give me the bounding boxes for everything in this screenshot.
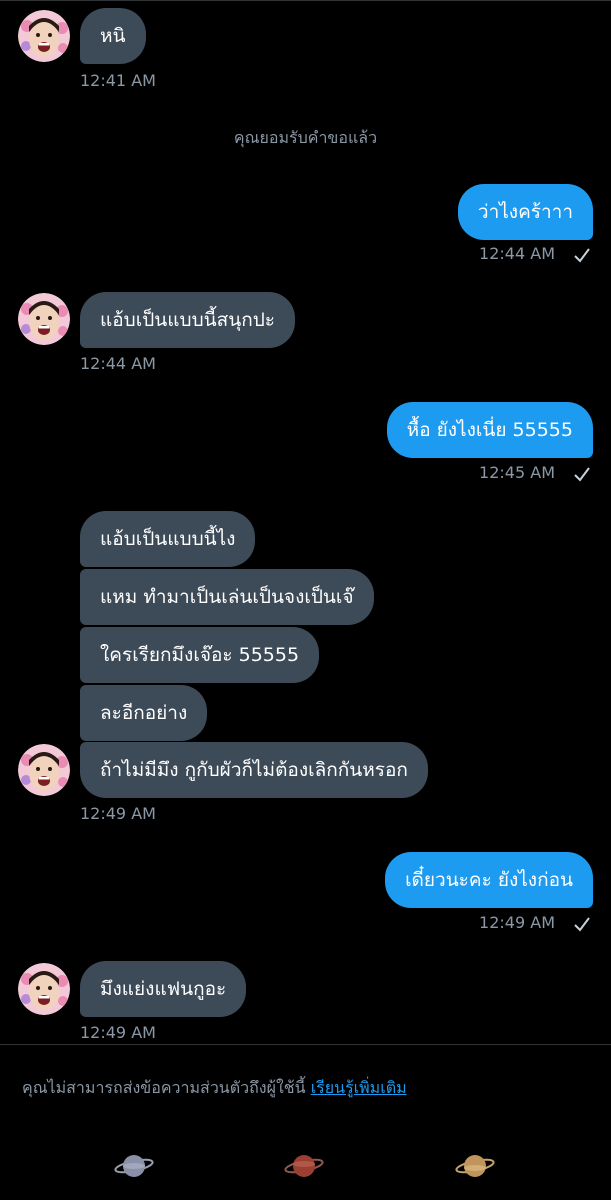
system-notice: คุณยอมรับคำขอแล้ว bbox=[233, 128, 378, 147]
planet-icon-red[interactable] bbox=[284, 1150, 324, 1182]
outgoing-message[interactable]: เดี๋ยวนะคะ ยังไงก่อน bbox=[385, 852, 593, 908]
learn-more-link[interactable]: เรียนรู้เพิ่มเติม bbox=[311, 1078, 407, 1097]
sender-avatar[interactable] bbox=[18, 293, 70, 345]
incoming-message[interactable]: ถ้าไม่มีมึง กูกับผัวก็ไม่ต้องเลิกกันหรอก bbox=[80, 742, 428, 798]
message-timestamp: 12:49 AM bbox=[80, 804, 156, 823]
incoming-message[interactable]: แอ้บเป็นแบบนี้ไง bbox=[80, 511, 256, 567]
dm-restricted-notice: คุณไม่สามารถส่งข้อความส่วนตัวถึงผู้ใช้นี… bbox=[22, 1076, 407, 1101]
planet-icon-gold[interactable] bbox=[455, 1150, 495, 1182]
message-timestamp: 12:45 AM bbox=[479, 463, 555, 482]
bottom-nav-bar bbox=[0, 1130, 611, 1200]
sender-avatar[interactable] bbox=[18, 744, 70, 796]
message-timestamp: 12:49 AM bbox=[80, 1023, 156, 1042]
top-divider bbox=[0, 0, 611, 1]
planet-icon-gray[interactable] bbox=[114, 1150, 154, 1182]
sent-check-icon bbox=[574, 248, 590, 263]
incoming-message[interactable]: แอ้บเป็นแบบนี้สนุกปะ bbox=[80, 292, 295, 348]
message-timestamp: 12:41 AM bbox=[80, 71, 156, 90]
incoming-message[interactable]: แหม ทำมาเป็นเล่นเป็นจงเป็นเจ๊ bbox=[80, 569, 374, 625]
incoming-message[interactable]: ใครเรียกมึงเจ๊อะ 55555 bbox=[80, 627, 320, 683]
incoming-message[interactable]: มึงแย่งแฟนกูอะ bbox=[80, 961, 247, 1017]
incoming-message[interactable]: หนิ bbox=[80, 8, 146, 64]
sender-avatar[interactable] bbox=[18, 10, 70, 62]
sender-avatar[interactable] bbox=[18, 963, 70, 1015]
sent-check-icon bbox=[574, 467, 590, 482]
outgoing-message[interactable]: หื้อ ยังไงเนี่ย 55555 bbox=[386, 402, 593, 458]
message-timestamp: 12:49 AM bbox=[479, 913, 555, 932]
incoming-message[interactable]: ละอีกอย่าง bbox=[80, 685, 208, 741]
message-timestamp: 12:44 AM bbox=[80, 354, 156, 373]
message-timestamp: 12:44 AM bbox=[479, 244, 555, 263]
dm-restricted-text: คุณไม่สามารถส่งข้อความส่วนตัวถึงผู้ใช้นี… bbox=[22, 1078, 311, 1097]
composer-divider bbox=[0, 1044, 611, 1045]
sent-check-icon bbox=[574, 917, 590, 932]
outgoing-message[interactable]: ว่าไงคร้าาา bbox=[457, 184, 593, 240]
